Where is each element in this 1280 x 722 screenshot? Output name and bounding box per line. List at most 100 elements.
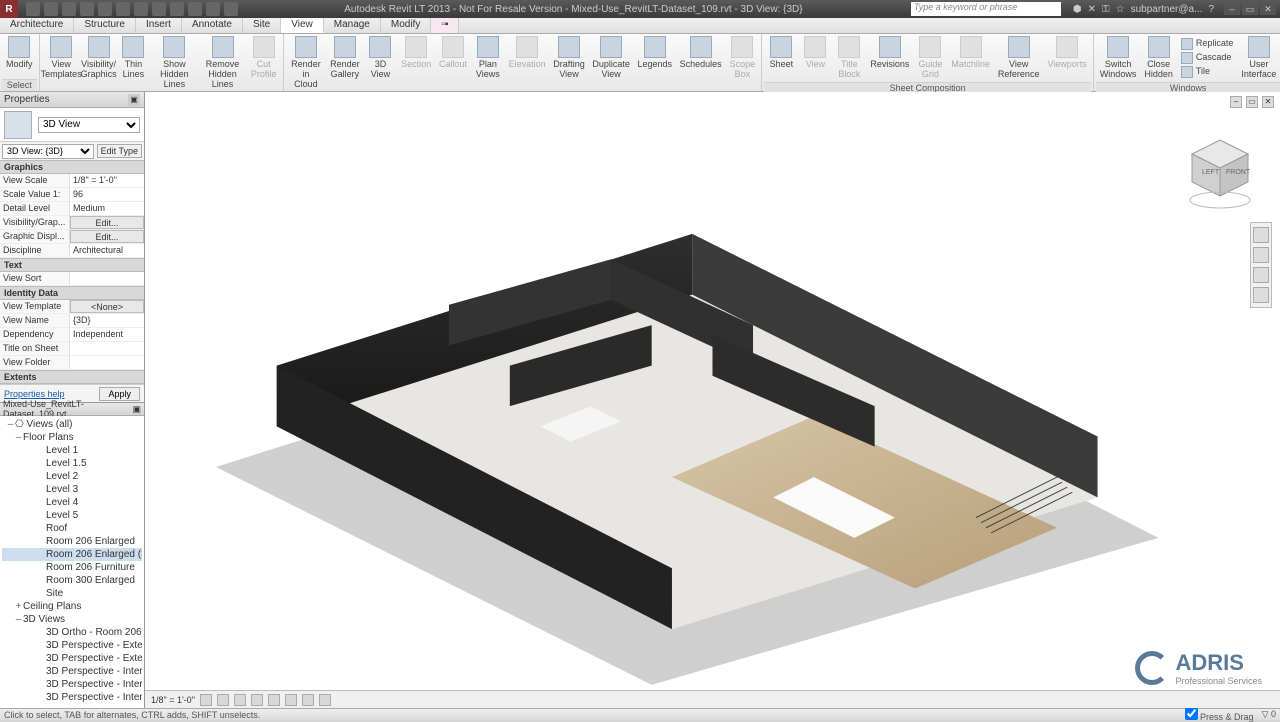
zoom-icon[interactable] — [1253, 267, 1269, 283]
revisions-button[interactable]: Revisions — [866, 34, 913, 82]
duplicate-view-button[interactable]: Duplicate View — [589, 34, 634, 92]
legends-button[interactable]: Legends — [634, 34, 676, 92]
tab-addins-icon[interactable]: ▫▪ — [431, 18, 459, 33]
qat-sync-icon[interactable] — [206, 2, 220, 16]
instance-dropdown[interactable]: 3D View: {3D} — [2, 144, 94, 159]
prop-graphic-display[interactable]: Graphic Displ...Edit... — [0, 230, 144, 244]
close-hidden-button[interactable]: Close Hidden — [1140, 34, 1177, 82]
prop-visibility[interactable]: Visibility/Grap...Edit... — [0, 216, 144, 230]
prop-view-template[interactable]: View Template<None> — [0, 300, 144, 314]
thin-lines-button[interactable]: Thin Lines — [116, 34, 150, 92]
browser-close-icon[interactable]: ▣ — [132, 404, 141, 415]
tree-3d-item[interactable]: 3D Perspective - Interior — [2, 665, 142, 678]
maximize-button[interactable]: ▭ — [1242, 3, 1258, 15]
tab-manage[interactable]: Manage — [324, 18, 381, 33]
tab-site[interactable]: Site — [243, 18, 281, 33]
properties-help-link[interactable]: Properties help — [4, 389, 65, 399]
view-reference-button[interactable]: View Reference — [994, 34, 1044, 82]
search-input[interactable]: Type a keyword or phrase — [911, 2, 1061, 16]
render-cloud-button[interactable]: Render in Cloud — [286, 34, 327, 92]
app-icon[interactable]: R — [0, 0, 18, 18]
prop-discipline[interactable]: DisciplineArchitectural — [0, 244, 144, 258]
view-cube[interactable]: LEFT FRONT — [1180, 132, 1260, 212]
subscription-icon[interactable]: ⬢ — [1073, 4, 1082, 15]
tree-level[interactable]: Room 300 Enlarged — [2, 574, 142, 587]
type-dropdown[interactable]: 3D View — [38, 117, 140, 133]
qat-text-icon[interactable] — [152, 2, 166, 16]
matchline-button[interactable]: Matchline — [947, 34, 994, 82]
qat-redo-icon[interactable] — [80, 2, 94, 16]
tab-structure[interactable]: Structure — [74, 18, 136, 33]
tab-architecture[interactable]: Architecture — [0, 18, 74, 33]
visibility-graphics-button[interactable]: Visibility/ Graphics — [81, 34, 117, 92]
tree-level[interactable]: Level 4 — [2, 496, 142, 509]
properties-type-selector[interactable]: 3D View — [0, 108, 144, 142]
exchange-icon[interactable]: ✕ — [1088, 4, 1096, 15]
prop-view-name[interactable]: View Name{3D} — [0, 314, 144, 328]
reveal-icon[interactable] — [319, 694, 331, 706]
tree-level[interactable]: Room 206 Enlarged — [2, 535, 142, 548]
tab-insert[interactable]: Insert — [136, 18, 182, 33]
3d-viewport[interactable]: – ▭ ✕ — [145, 92, 1280, 708]
qat-section-icon[interactable] — [188, 2, 202, 16]
prop-view-folder[interactable]: View Folder — [0, 356, 144, 370]
render-gallery-button[interactable]: Render Gallery — [326, 34, 363, 92]
tree-3d-item[interactable]: 3D Perspective - Exterior — [2, 652, 142, 665]
qat-print-icon[interactable] — [98, 2, 112, 16]
title-block-button[interactable]: Title Block — [832, 34, 866, 82]
key-icon[interactable]: ⚿ — [1102, 4, 1110, 15]
steering-wheel-icon[interactable] — [1253, 227, 1269, 243]
sun-path-icon[interactable] — [217, 694, 229, 706]
tree-floor-plans[interactable]: –Floor Plans — [2, 431, 142, 444]
qat-more-icon[interactable] — [224, 2, 238, 16]
properties-close-icon[interactable]: ▣ — [128, 94, 140, 106]
scope-box-button[interactable]: Scope Box — [725, 34, 759, 92]
pan-icon[interactable] — [1253, 247, 1269, 263]
crop-view-icon[interactable] — [251, 694, 263, 706]
tab-annotate[interactable]: Annotate — [182, 18, 243, 33]
guide-grid-button[interactable]: Guide Grid — [913, 34, 947, 82]
tile-button[interactable]: Tile — [1177, 65, 1238, 79]
switch-windows-button[interactable]: Switch Windows — [1096, 34, 1141, 82]
tab-modify[interactable]: Modify — [381, 18, 431, 33]
scale-display[interactable]: 1/8" = 1'-0" — [151, 695, 195, 705]
lock-3d-icon[interactable] — [285, 694, 297, 706]
show-hidden-lines-button[interactable]: Show Hidden Lines — [150, 34, 198, 92]
callout-button[interactable]: Callout — [435, 34, 471, 92]
visual-style-icon[interactable] — [200, 694, 212, 706]
tree-level-selected[interactable]: Room 206 Enlarged (Sh... — [2, 548, 142, 561]
plan-views-button[interactable]: Plan Views — [471, 34, 505, 92]
user-interface-button[interactable]: User Interface — [1237, 34, 1280, 82]
schedules-button[interactable]: Schedules — [676, 34, 726, 92]
elevation-button[interactable]: Elevation — [505, 34, 550, 92]
replicate-button[interactable]: Replicate — [1177, 37, 1238, 51]
view-templates-button[interactable]: View Templates — [42, 34, 81, 92]
tree-level[interactable]: Level 5 — [2, 509, 142, 522]
cut-profile-button[interactable]: Cut Profile — [247, 34, 281, 92]
tree-level[interactable]: Room 206 Furniture — [2, 561, 142, 574]
tree-3d-item[interactable]: 3D Perspective - Interior — [2, 678, 142, 691]
prop-dependency[interactable]: DependencyIndependent — [0, 328, 144, 342]
filter-icon[interactable]: ▽ 0 — [1262, 709, 1276, 720]
drafting-view-button[interactable]: Drafting View — [549, 34, 588, 92]
prop-title-sheet[interactable]: Title on Sheet — [0, 342, 144, 356]
signin-user[interactable]: subpartner@a... — [1131, 4, 1203, 15]
qat-open-icon[interactable] — [26, 2, 40, 16]
tree-3d-item[interactable]: 3D Perspective - Interior — [2, 691, 142, 704]
prop-view-sort[interactable]: View Sort — [0, 272, 144, 286]
model-canvas[interactable] — [145, 92, 1280, 698]
viewports-button[interactable]: Viewports — [1043, 34, 1090, 82]
tree-level[interactable]: Roof — [2, 522, 142, 535]
qat-dim-icon[interactable] — [134, 2, 148, 16]
temp-hide-icon[interactable] — [302, 694, 314, 706]
tree-3d-views[interactable]: –3D Views — [2, 613, 142, 626]
fav-icon[interactable]: ☆ — [1116, 4, 1125, 15]
help-icon[interactable]: ? — [1208, 4, 1214, 15]
tree-views-all[interactable]: –⎔ Views (all) — [2, 418, 142, 431]
tree-level[interactable]: Level 2 — [2, 470, 142, 483]
tab-view[interactable]: View — [281, 18, 324, 33]
prop-detail-level[interactable]: Detail LevelMedium — [0, 202, 144, 216]
place-view-button[interactable]: View — [798, 34, 832, 82]
qat-measure-icon[interactable] — [116, 2, 130, 16]
prop-view-scale[interactable]: View Scale1/8" = 1'-0" — [0, 174, 144, 188]
